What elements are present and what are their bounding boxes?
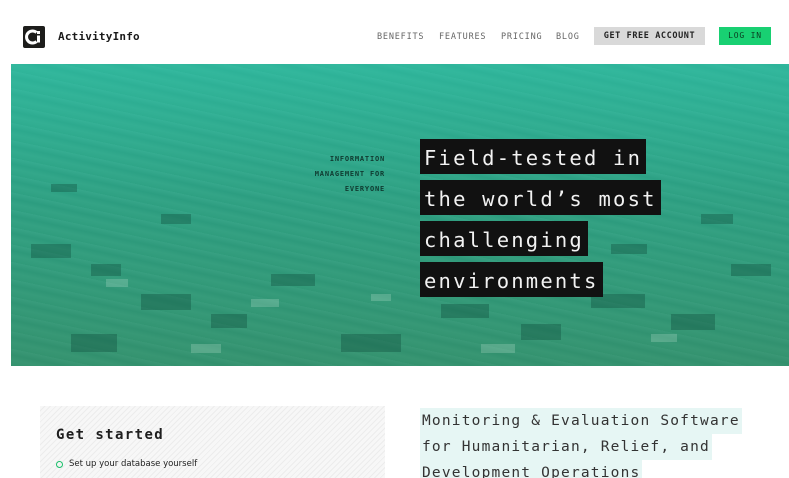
brand-name[interactable]: ActivityInfo [58,30,140,43]
headline-line: environments [420,262,603,297]
subheading-line: Monitoring & Evaluation Software [420,408,742,434]
tagline-line: EVERYONE [344,185,385,193]
get-free-account-button[interactable]: GET FREE ACCOUNT [594,27,705,45]
subheading-line: for Humanitarian, Relief, and [420,434,712,460]
nav-blog[interactable]: BLOG [556,32,580,42]
activityinfo-logo-icon[interactable] [23,26,45,48]
hero-headline: Field-tested in the world’s most challen… [420,139,720,303]
subheading-line: Development Operations [420,460,643,478]
content-section: Get started Set up your database yoursel… [11,366,789,478]
tagline-line: INFORMATION [329,155,385,163]
product-subheading: Monitoring & Evaluation Software for Hum… [420,408,780,478]
get-started-item-label: Set up your database yourself [69,459,198,469]
headline-line: Field-tested in [420,139,647,174]
headline-line: challenging [420,221,588,256]
top-navbar: ActivityInfo BENEFITS FEATURES PRICING B… [11,10,789,64]
get-started-panel: Get started Set up your database yoursel… [40,406,385,478]
headline-line: the world’s most [420,180,661,215]
nav-features[interactable]: FEATURES [439,32,486,42]
hero-tagline: INFORMATION MANAGEMENT FOR EVERYONE [261,152,385,197]
get-started-item[interactable]: Set up your database yourself [56,459,197,469]
nav-pricing[interactable]: PRICING [501,32,542,42]
page: ActivityInfo BENEFITS FEATURES PRICING B… [11,10,789,478]
circle-bullet-icon [56,460,63,468]
hero-banner: INFORMATION MANAGEMENT FOR EVERYONE Fiel… [11,64,789,366]
tagline-line: MANAGEMENT FOR [314,170,385,178]
nav-benefits[interactable]: BENEFITS [377,32,424,42]
log-in-button[interactable]: LOG IN [719,27,771,45]
get-started-title: Get started [56,427,165,443]
